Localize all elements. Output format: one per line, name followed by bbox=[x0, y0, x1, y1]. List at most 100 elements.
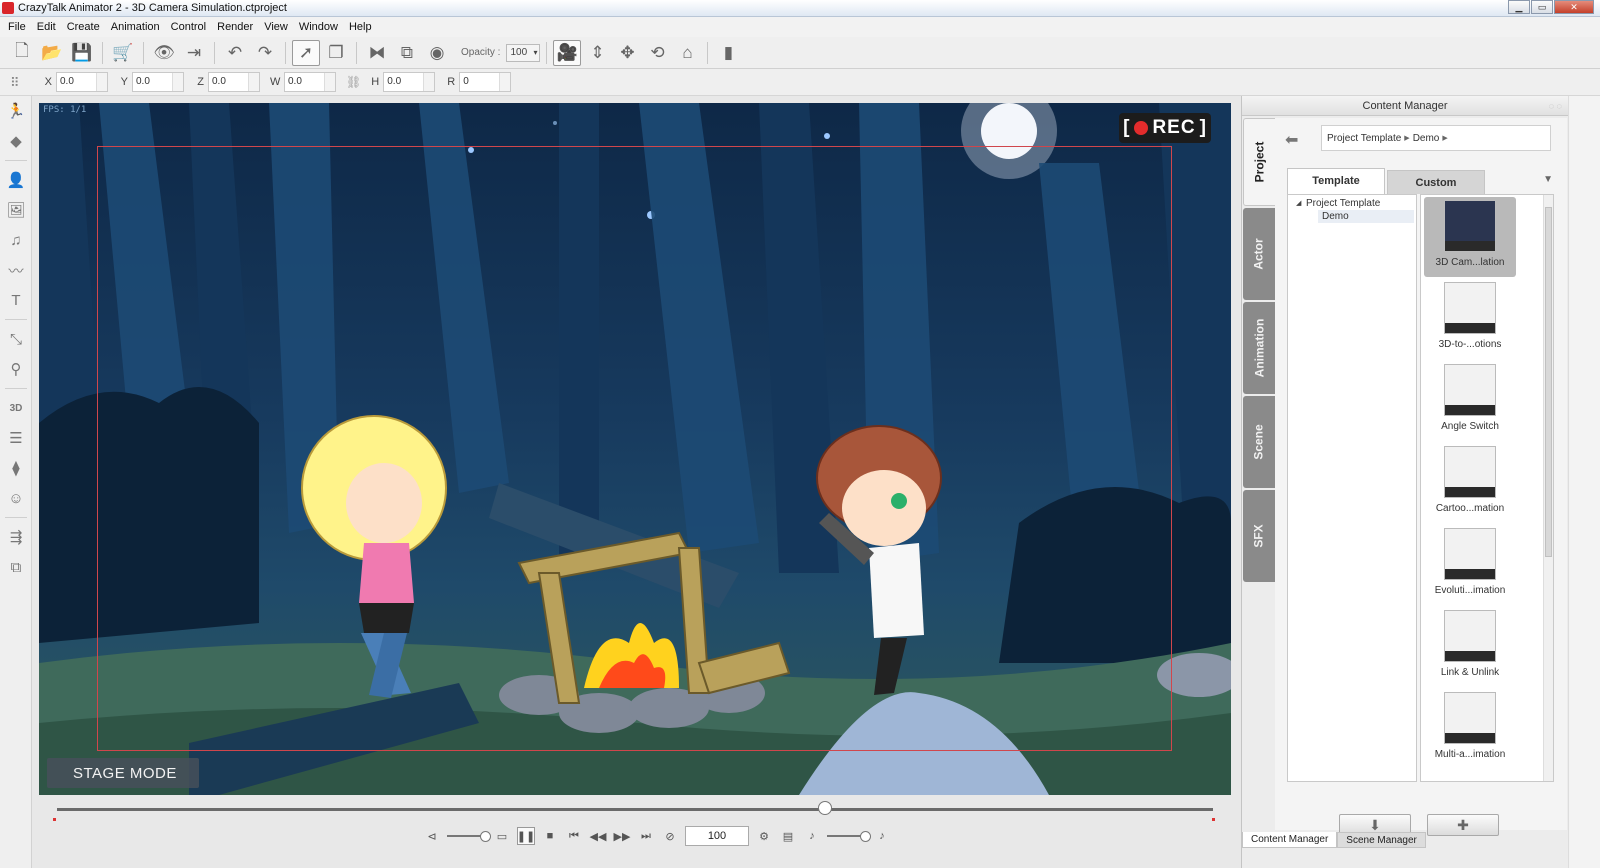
3d-icon[interactable]: 3D bbox=[0, 393, 32, 423]
thumbnail-item[interactable]: 3D-to-...otions bbox=[1424, 279, 1516, 359]
loop-off-icon[interactable]: ⊘ bbox=[661, 827, 679, 845]
h-field[interactable]: 0.0 bbox=[383, 72, 436, 92]
actor-icon[interactable]: 🏃 bbox=[0, 96, 32, 126]
pan-icon[interactable]: ✥ bbox=[613, 40, 641, 66]
scrollbar-thumb[interactable] bbox=[1545, 207, 1552, 557]
menu-view[interactable]: View bbox=[260, 21, 292, 33]
tab-project[interactable]: Project bbox=[1243, 118, 1275, 206]
stage-panel-icon[interactable]: ▮ bbox=[714, 40, 742, 66]
sprite-icon[interactable]: ⧫ bbox=[0, 453, 32, 483]
breadcrumb-item[interactable]: Demo bbox=[1413, 133, 1440, 144]
resize-icon[interactable]: ⤡ bbox=[0, 324, 32, 354]
first-frame-button[interactable]: ⏮ bbox=[565, 827, 583, 845]
new-file-icon[interactable]: 🗋 bbox=[8, 40, 36, 66]
tab-actor[interactable]: Actor bbox=[1243, 208, 1275, 300]
tab-sfx[interactable]: SFX bbox=[1243, 490, 1275, 582]
tab-custom[interactable]: Custom bbox=[1387, 170, 1485, 194]
prev-frame-button[interactable]: ◀◀ bbox=[589, 827, 607, 845]
timeline-playhead[interactable] bbox=[817, 801, 832, 815]
music-icon[interactable]: ♫ bbox=[0, 225, 32, 255]
tree-child-demo[interactable]: Demo bbox=[1318, 210, 1414, 223]
close-button[interactable]: ✕ bbox=[1554, 0, 1594, 14]
portrait-icon[interactable]: 👤 bbox=[0, 165, 32, 195]
audio-wave-icon[interactable]: 〰 bbox=[0, 255, 32, 285]
lock-ratio-icon[interactable]: ⛓ bbox=[346, 75, 361, 89]
tab-scene[interactable]: Scene bbox=[1243, 396, 1275, 488]
speed-icon[interactable]: ⊲ bbox=[423, 827, 441, 845]
thumbnail-item[interactable]: Angle Switch bbox=[1424, 361, 1516, 441]
menu-edit[interactable]: Edit bbox=[33, 21, 60, 33]
cart-icon[interactable]: 🛒 bbox=[109, 40, 137, 66]
tab-dropdown-icon[interactable]: ▼ bbox=[1543, 174, 1553, 185]
stop-button[interactable]: ■ bbox=[541, 827, 559, 845]
minimize-button[interactable]: ▁ bbox=[1508, 0, 1530, 14]
r-field[interactable]: 0 bbox=[459, 72, 512, 92]
script-icon[interactable]: ☰ bbox=[0, 423, 32, 453]
layer-order-icon[interactable]: ⧉ bbox=[393, 40, 421, 66]
export-icon[interactable]: ⇥ bbox=[180, 40, 208, 66]
thumbnail-item[interactable]: Link & Unlink bbox=[1424, 607, 1516, 687]
puppet-icon[interactable]: ⚲ bbox=[0, 354, 32, 384]
timeline-scrubber-track[interactable] bbox=[57, 808, 1213, 811]
visibility-eye-icon[interactable]: ◉ bbox=[423, 40, 451, 66]
menu-create[interactable]: Create bbox=[63, 21, 104, 33]
open-folder-icon[interactable]: 📂 bbox=[38, 40, 66, 66]
current-frame-field[interactable]: 100 bbox=[685, 826, 749, 846]
menu-render[interactable]: Render bbox=[213, 21, 257, 33]
redo-icon[interactable]: ↷ bbox=[251, 40, 279, 66]
settings-gear-icon[interactable]: ⚙ bbox=[755, 827, 773, 845]
breadcrumb-item[interactable]: Project Template bbox=[1327, 133, 1401, 144]
speed-slider[interactable] bbox=[447, 831, 491, 842]
menu-window[interactable]: Window bbox=[295, 21, 342, 33]
menu-animation[interactable]: Animation bbox=[107, 21, 164, 33]
w-field[interactable]: 0.0 bbox=[284, 72, 336, 92]
clone-icon[interactable]: ⧉ bbox=[0, 552, 32, 582]
preview-icon[interactable]: 👁 bbox=[150, 40, 178, 66]
maximize-button[interactable]: ▭ bbox=[1531, 0, 1553, 14]
panel-header-controls[interactable]: ◌ ◌ bbox=[1549, 96, 1562, 116]
tab-scene-manager[interactable]: Scene Manager bbox=[1337, 832, 1426, 848]
opacity-select[interactable]: 100 bbox=[506, 43, 541, 62]
home-icon[interactable]: ⌂ bbox=[673, 40, 701, 66]
prop-icon[interactable]: ◆ bbox=[0, 126, 32, 156]
thumbnail-item[interactable]: Cartoo...mation bbox=[1424, 443, 1516, 523]
undo-icon[interactable]: ↶ bbox=[221, 40, 249, 66]
menu-help[interactable]: Help bbox=[345, 21, 376, 33]
motion-icon[interactable]: ⇶ bbox=[0, 522, 32, 552]
menu-file[interactable]: File bbox=[4, 21, 30, 33]
volume-slider[interactable] bbox=[827, 831, 871, 842]
timeline-panel-icon[interactable]: ▤ bbox=[779, 827, 797, 845]
stage-viewport[interactable]: FPS: 1/1 [ REC ] STAGE MODE bbox=[39, 103, 1231, 795]
last-frame-button[interactable]: ⏭ bbox=[637, 827, 655, 845]
add-plus-button[interactable]: ✚ bbox=[1427, 814, 1499, 836]
volume-mute-icon[interactable]: ♪ bbox=[803, 827, 821, 845]
move-vertical-icon[interactable]: ⇕ bbox=[583, 40, 611, 66]
tab-template[interactable]: Template bbox=[1287, 168, 1385, 194]
pause-button[interactable]: ❚❚ bbox=[517, 827, 535, 845]
menu-control[interactable]: Control bbox=[167, 21, 210, 33]
grid-icon[interactable]: ⠿ bbox=[10, 75, 28, 90]
tab-animation[interactable]: Animation bbox=[1243, 302, 1275, 394]
x-field[interactable]: 0.0 bbox=[56, 72, 108, 92]
text-bubble-icon[interactable]: T bbox=[0, 285, 32, 315]
save-icon[interactable]: 💾 bbox=[68, 40, 96, 66]
tree-root[interactable]: ◢ Project Template bbox=[1288, 195, 1416, 209]
next-frame-button[interactable]: ▶▶ bbox=[613, 827, 631, 845]
duplicate-icon[interactable]: ❐ bbox=[322, 40, 350, 66]
volume-icon[interactable]: ♪ bbox=[873, 827, 891, 845]
thumbnails-scrollbar[interactable] bbox=[1543, 195, 1553, 781]
camera-icon[interactable]: 🎥 bbox=[553, 39, 582, 66]
stage-mode-badge[interactable]: STAGE MODE bbox=[47, 758, 199, 788]
flip-icon[interactable]: ⧓ bbox=[363, 40, 391, 66]
speed-max-icon[interactable]: ▭ bbox=[493, 827, 511, 845]
y-field[interactable]: 0.0 bbox=[132, 72, 184, 92]
tab-content-manager[interactable]: Content Manager bbox=[1242, 832, 1338, 848]
collapse-arrow-icon[interactable]: ◢ bbox=[1296, 199, 1301, 207]
z-field[interactable]: 0.0 bbox=[208, 72, 260, 92]
thumbnail-item[interactable]: 3D Cam...lation bbox=[1424, 197, 1516, 277]
select-arrow-icon[interactable]: ➚ bbox=[292, 39, 320, 66]
rotate-icon[interactable]: ⟲ bbox=[643, 40, 671, 66]
face-icon[interactable]: ☺ bbox=[0, 483, 32, 513]
image-icon[interactable]: 🖼 bbox=[0, 195, 32, 225]
thumbnail-item[interactable]: Multi-a...imation bbox=[1424, 689, 1516, 769]
